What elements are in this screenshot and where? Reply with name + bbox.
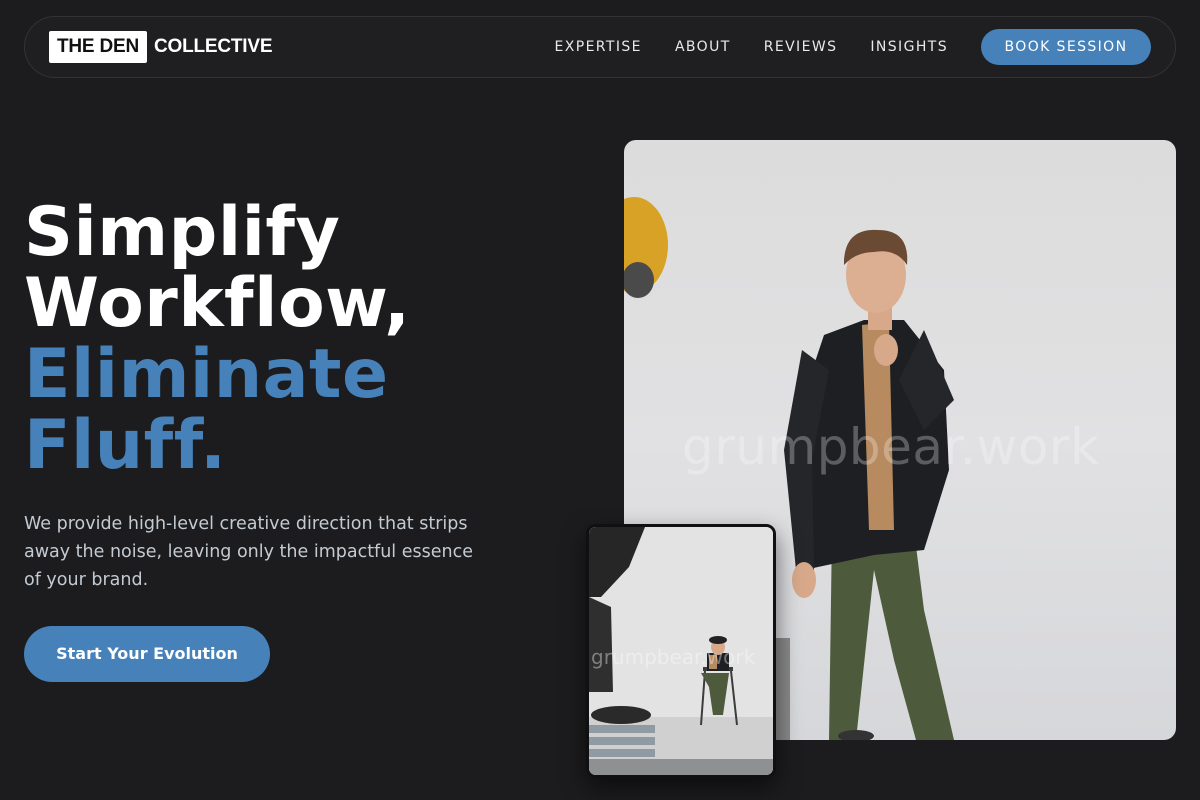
nav-links: EXPERTISE ABOUT REVIEWS INSIGHTS BOOK SE… <box>554 28 1151 66</box>
nav-link-insights[interactable]: INSIGHTS <box>870 39 948 55</box>
main-photo-watermark: grumpbear.work <box>682 418 1100 476</box>
top-navigation: THE DEN COLLECTIVE EXPERTISE ABOUT REVIE… <box>24 16 1176 78</box>
brand-logo[interactable]: THE DEN COLLECTIVE <box>49 31 273 63</box>
logo-text: COLLECTIVE <box>154 36 273 57</box>
hero-title-line-2: Workflow, <box>24 264 411 343</box>
hero-title-accent-line-2: Fluff. <box>24 406 227 485</box>
hero-title-line-1: Simplify <box>24 193 341 272</box>
hero-title: Simplify Workflow, Eliminate Fluff. <box>24 197 410 481</box>
book-session-button[interactable]: BOOK SESSION <box>981 29 1151 65</box>
nav-link-expertise[interactable]: EXPERTISE <box>554 39 641 55</box>
hero-title-accent-line-1: Eliminate <box>24 335 389 414</box>
nav-link-about[interactable]: ABOUT <box>675 39 731 55</box>
hero-secondary-photo: grumpbear.work <box>586 524 776 778</box>
logo-box: THE DEN <box>49 31 147 63</box>
hero-subtitle: We provide high-level creative direction… <box>24 514 473 590</box>
secondary-photo-watermark: grumpbear.work <box>591 645 756 669</box>
start-evolution-button[interactable]: Start Your Evolution <box>24 626 270 682</box>
nav-link-reviews[interactable]: REVIEWS <box>764 39 838 55</box>
